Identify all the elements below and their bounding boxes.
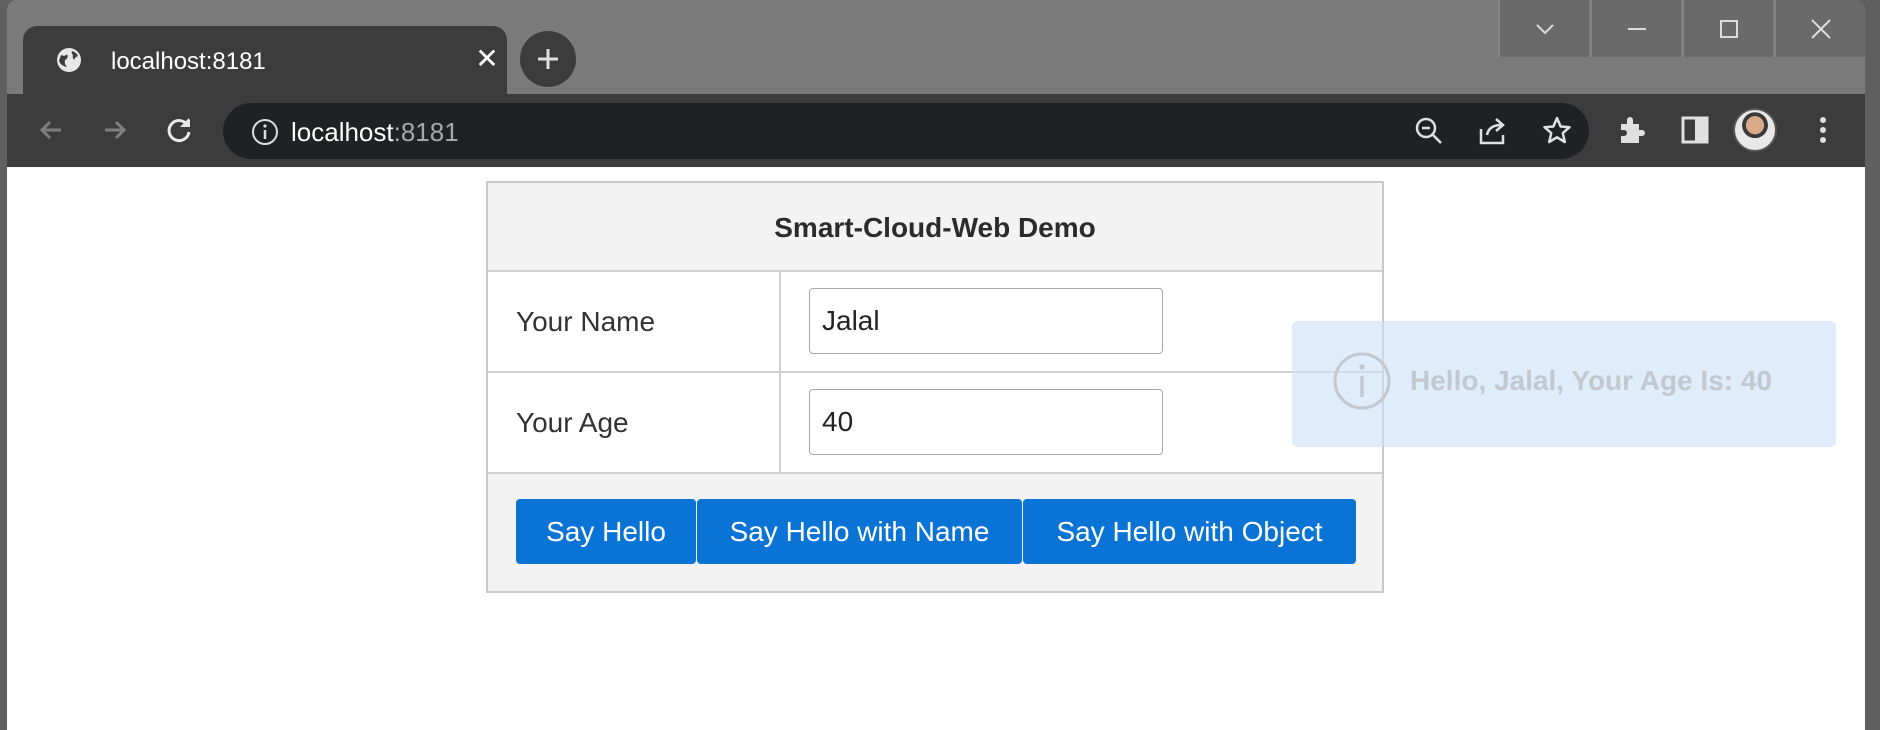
forward-arrow-icon <box>105 120 127 140</box>
name-input[interactable] <box>809 288 1163 354</box>
maximize-icon <box>1720 20 1738 38</box>
button-row: Say Hello Say Hello with Name Say Hello … <box>488 474 1382 591</box>
close-window-button[interactable] <box>1774 0 1865 57</box>
zoom-out-icon[interactable] <box>1413 115 1445 147</box>
profile-avatar[interactable] <box>1733 108 1777 152</box>
column-divider <box>779 272 781 371</box>
extensions-icon[interactable] <box>1613 112 1649 148</box>
close-icon <box>1811 19 1831 39</box>
age-input[interactable] <box>809 389 1163 455</box>
side-panel-icon[interactable] <box>1677 112 1713 148</box>
maximize-button[interactable] <box>1682 0 1773 57</box>
age-row: Your Age <box>488 373 1382 474</box>
browser-window: localhost:8181 ✕ localhost:8181 Smart-Cl… <box>7 0 1865 730</box>
say-hello-with-name-button[interactable]: Say Hello with Name <box>697 499 1022 564</box>
info-circle-icon <box>1333 352 1391 410</box>
tab-strip: localhost:8181 ✕ <box>7 0 1865 94</box>
toast-message: Hello, Jalal, Your Age Is: 40 <box>1410 365 1773 396</box>
address-bar[interactable]: localhost:8181 <box>223 103 1589 159</box>
tab-search-button[interactable] <box>1498 0 1589 57</box>
info-icon[interactable] <box>251 118 279 146</box>
close-tab-icon[interactable]: ✕ <box>470 42 504 76</box>
browser-toolbar: localhost:8181 <box>7 94 1865 167</box>
plus-icon <box>538 49 558 69</box>
demo-table: Smart-Cloud-Web Demo Your Name Your Age … <box>486 181 1384 593</box>
name-row: Your Name <box>488 272 1382 373</box>
minimize-button[interactable] <box>1590 0 1681 57</box>
url-text[interactable]: localhost:8181 <box>291 117 459 148</box>
chevron-down-icon <box>1536 24 1554 35</box>
kebab-menu-icon[interactable] <box>1805 112 1841 148</box>
back-button[interactable] <box>29 108 73 152</box>
age-label: Your Age <box>516 407 629 438</box>
column-divider <box>779 373 781 472</box>
info-toast[interactable]: Hello, Jalal, Your Age Is: 40 <box>1292 321 1836 447</box>
back-arrow-icon <box>39 120 61 140</box>
globe-icon <box>55 46 83 74</box>
tab-title: localhost:8181 <box>111 48 266 75</box>
browser-tab[interactable]: localhost:8181 ✕ <box>23 26 507 94</box>
new-tab-button[interactable] <box>520 31 576 87</box>
say-hello-button[interactable]: Say Hello <box>516 499 696 564</box>
page-viewport: Smart-Cloud-Web Demo Your Name Your Age … <box>7 167 1865 730</box>
reload-icon <box>167 118 191 142</box>
say-hello-with-object-button[interactable]: Say Hello with Object <box>1023 499 1356 564</box>
reload-button[interactable] <box>157 108 201 152</box>
minimize-icon <box>1628 28 1646 30</box>
forward-button[interactable] <box>93 108 137 152</box>
bookmark-star-icon[interactable] <box>1541 115 1573 147</box>
name-label: Your Name <box>516 306 656 337</box>
share-icon[interactable] <box>1477 115 1509 147</box>
page-title: Smart-Cloud-Web Demo <box>488 183 1382 272</box>
